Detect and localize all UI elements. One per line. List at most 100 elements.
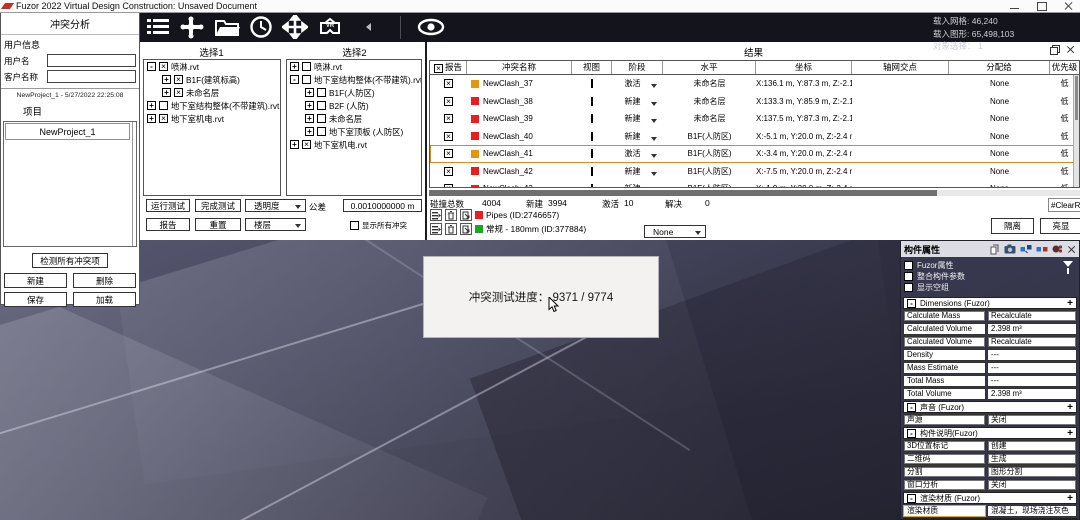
delete-item-icon[interactable]: [445, 223, 457, 235]
expand-icon[interactable]: +: [305, 114, 314, 123]
report-checkbox[interactable]: ×: [444, 167, 453, 176]
highlight-button[interactable]: 亮显: [1040, 218, 1080, 234]
table-horizontal-scrollbar[interactable]: [429, 190, 1080, 196]
paint-material-icon[interactable]: [1052, 244, 1063, 254]
checkbox[interactable]: ×: [174, 75, 183, 84]
view-checkbox[interactable]: [591, 114, 593, 123]
expand-icon[interactable]: +: [147, 101, 156, 110]
checkbox[interactable]: ×: [174, 88, 183, 97]
view-checkbox[interactable]: [591, 97, 593, 106]
collapse-icon[interactable]: -: [907, 299, 916, 308]
move-icon[interactable]: [282, 15, 308, 39]
maximize-icon[interactable]: [1036, 1, 1047, 11]
clash-row[interactable]: × NewClash_37 激活 未命名层 X:136.1 m, Y:87.3 …: [430, 75, 1079, 93]
expand-icon[interactable]: +: [305, 127, 314, 136]
filter-row[interactable]: 显示空组: [904, 282, 1076, 293]
filter-row[interactable]: 整合构件参数: [904, 271, 1076, 282]
checkbox[interactable]: ×: [159, 114, 168, 123]
tree-item[interactable]: + × B1F(建筑标高): [144, 73, 280, 86]
show-all-clashes-checkbox[interactable]: 显示所有冲突: [350, 220, 407, 231]
tolerance-input[interactable]: 0.0010000000 m: [343, 199, 422, 212]
section-sound[interactable]: - 声音 (Fuzor) +: [903, 401, 1077, 413]
load-button[interactable]: 加载: [73, 292, 136, 307]
phase-dropdown[interactable]: 新建: [612, 166, 663, 177]
view-checkbox[interactable]: [591, 149, 593, 158]
floor-dropdown[interactable]: 楼层: [245, 218, 306, 231]
generate-button[interactable]: 生成: [987, 453, 1077, 465]
undock-panel-icon[interactable]: [1050, 45, 1059, 54]
phase-dropdown[interactable]: 新建: [612, 96, 663, 107]
tree-item[interactable]: + 喷淋.rvt: [287, 60, 421, 73]
create-button[interactable]: 创建: [987, 440, 1077, 452]
expand-icon[interactable]: -: [147, 62, 156, 71]
replace-item-icon[interactable]: [460, 209, 472, 221]
table-vertical-scrollbar[interactable]: [1073, 75, 1079, 187]
expand-icon[interactable]: +: [305, 88, 314, 97]
split-button[interactable]: 图形分割: [987, 466, 1077, 478]
checkbox[interactable]: ×: [904, 261, 913, 270]
transparency-dropdown[interactable]: 透明度: [245, 199, 306, 212]
phase-dropdown[interactable]: 新建: [612, 113, 663, 124]
add-property-icon[interactable]: +: [1067, 402, 1073, 413]
save-button[interactable]: 保存: [4, 292, 67, 307]
phase-dropdown[interactable]: 新建: [612, 131, 663, 142]
checkbox[interactable]: [317, 114, 326, 123]
recalculate-button[interactable]: Recalculate: [987, 310, 1077, 322]
detect-all-clashes-button[interactable]: 检测所有冲突项: [32, 253, 108, 268]
section-render-material[interactable]: - 渲染材质 (Fuzor) +: [903, 492, 1077, 504]
collapse-icon[interactable]: -: [907, 494, 916, 503]
clear-resolve-button[interactable]: #ClearResolve: [1048, 198, 1080, 212]
expand-icon[interactable]: +: [162, 75, 171, 84]
project-list[interactable]: NewProject_1: [3, 121, 137, 247]
checkbox[interactable]: [159, 101, 168, 110]
checkbox[interactable]: [904, 272, 913, 281]
checkbox[interactable]: [904, 283, 913, 292]
section-dimensions[interactable]: - Dimensions (Fuzor) +: [903, 297, 1077, 309]
view-checkbox[interactable]: [591, 79, 593, 88]
selection1-tree[interactable]: - × 喷淋.rvt + × B1F(建筑标高) + × 未命名层 +: [143, 59, 281, 196]
checkbox[interactable]: [317, 88, 326, 97]
project-list-scrollbar[interactable]: [132, 122, 133, 246]
close-properties-icon[interactable]: [1067, 245, 1076, 254]
run-test-button[interactable]: 运行测试: [146, 199, 190, 212]
delete-button[interactable]: 删除: [73, 273, 136, 288]
selection2-tree[interactable]: + 喷淋.rvt - 地下室结构整体(不带建筑).rvt + B1F(人防区) …: [286, 59, 422, 196]
checkbox[interactable]: [317, 101, 326, 110]
recalculate-button[interactable]: Recalculate: [987, 336, 1077, 348]
menu-icon[interactable]: [146, 16, 170, 38]
collapse-icon[interactable]: -: [907, 403, 916, 412]
add-property-icon[interactable]: +: [1067, 428, 1073, 439]
tree-item[interactable]: + × 地下室机电.rvt: [287, 138, 421, 151]
view-checkbox[interactable]: [591, 132, 593, 141]
compare-components-icon[interactable]: [1036, 244, 1048, 254]
clash-row[interactable]: × NewClash_38 新建 未命名层 X:133.3 m, Y:85.9 …: [430, 93, 1079, 111]
sync-components-icon[interactable]: [1020, 244, 1032, 254]
checkbox[interactable]: [317, 127, 326, 136]
tree-item[interactable]: + B2F (人防): [287, 99, 421, 112]
eye-visibility-icon[interactable]: [416, 17, 446, 37]
tree-item[interactable]: + B1F(人防区): [287, 86, 421, 99]
isolate-item-icon[interactable]: [430, 223, 442, 235]
expand-icon[interactable]: +: [162, 88, 171, 97]
clash-row[interactable]: × NewClash_43 新建 B1F(人防区) X:-1.9 m, Y:20…: [430, 180, 1079, 188]
view-checkbox[interactable]: [591, 167, 593, 176]
expand-icon[interactable]: -: [290, 75, 299, 84]
section-component-notes[interactable]: - 构件说明(Fuzor) +: [903, 427, 1077, 439]
new-button[interactable]: 新建: [4, 273, 67, 288]
phase-dropdown[interactable]: 激活: [612, 148, 663, 159]
isolate-button[interactable]: 隔离: [991, 218, 1034, 234]
clash-row[interactable]: × NewClash_42 新建 B1F(人防区) X:-7.5 m, Y:20…: [430, 163, 1079, 181]
tree-item[interactable]: - 地下室结构整体(不带建筑).rvt: [287, 73, 421, 86]
clash-row-selected[interactable]: × NewClash_41 激活 B1F(人防区) X:-3.4 m, Y:20…: [430, 145, 1079, 163]
material-value[interactable]: 混凝土，现场浇注灰色: [987, 505, 1077, 517]
report-checkbox[interactable]: ×: [444, 132, 453, 141]
checkbox[interactable]: [302, 62, 311, 71]
filter-funnel-icon[interactable]: [1063, 261, 1073, 272]
isolate-item-icon[interactable]: [430, 209, 442, 221]
clash-row[interactable]: × NewClash_39 新建 未命名层 X:137.5 m, Y:87.3 …: [430, 110, 1079, 128]
view-checkbox[interactable]: [591, 184, 593, 188]
tree-item[interactable]: + 未命名层: [287, 112, 421, 125]
report-all-checkbox[interactable]: ×: [434, 64, 443, 73]
camera-icon[interactable]: [1004, 244, 1016, 254]
checkbox[interactable]: ×: [302, 140, 311, 149]
